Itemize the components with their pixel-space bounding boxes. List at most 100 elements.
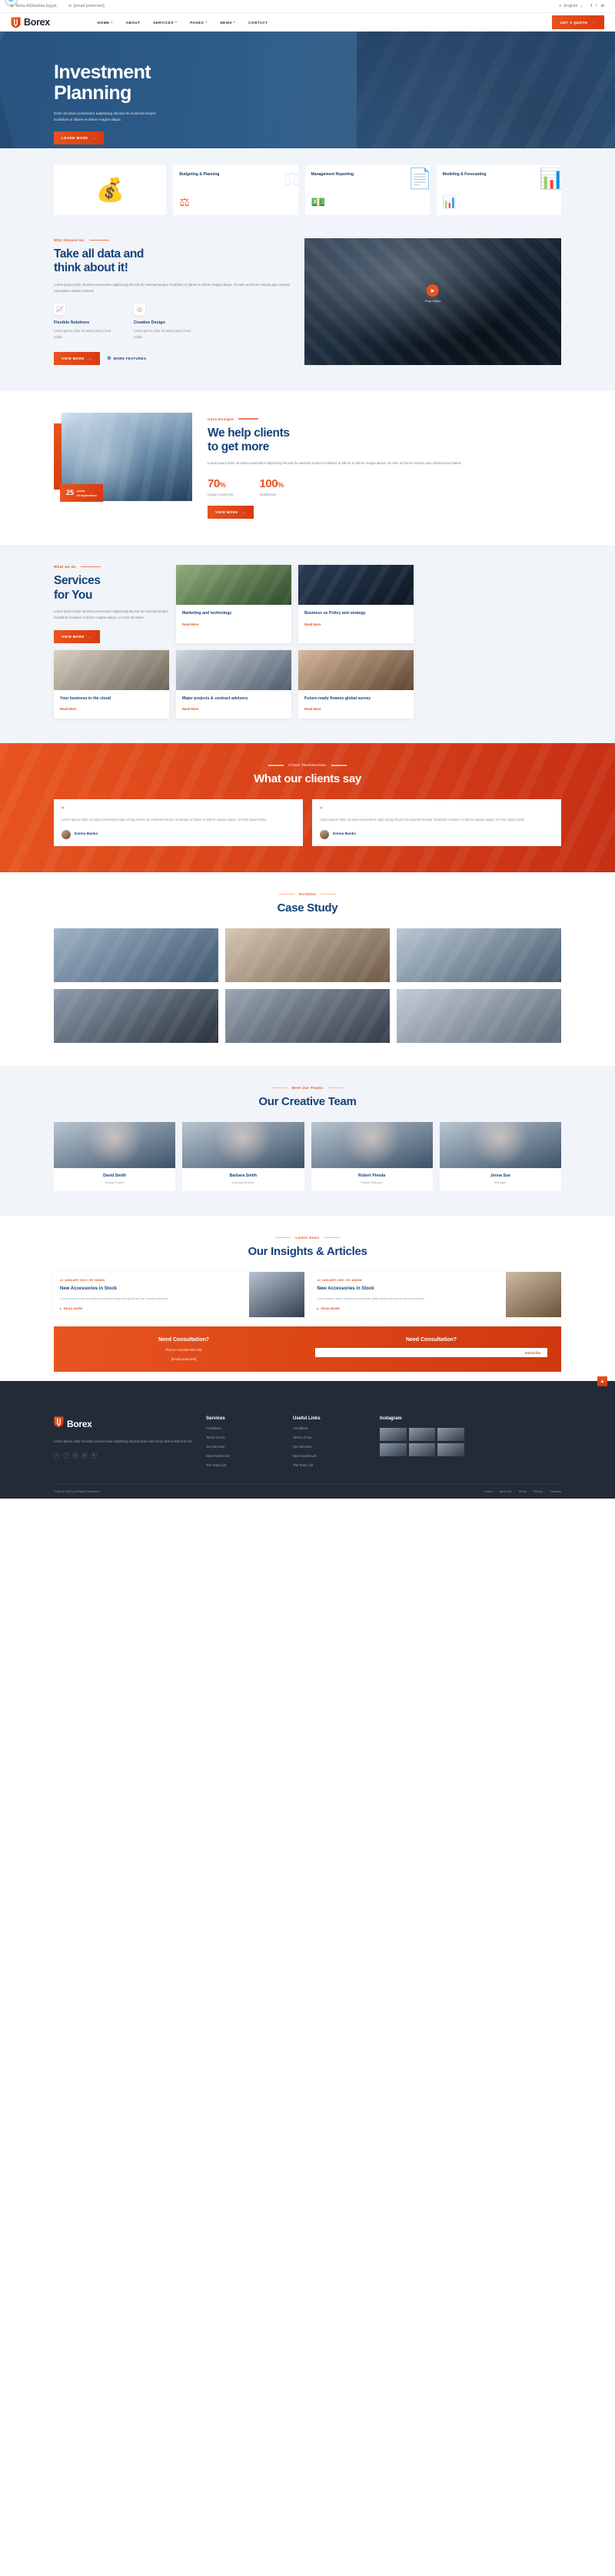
quote-label: GET A QUOTE (560, 20, 588, 25)
why-button-row: VIEW MORE → ⨁ MORE FEATURES (54, 351, 292, 365)
footer-bottom-link-about[interactable]: About Us (500, 1490, 512, 1493)
footer-bottom-link-home[interactable]: Home (484, 1490, 492, 1493)
footer-link[interactable]: The Team List (293, 1463, 366, 1467)
get-a-quote-button[interactable]: GET A QUOTE → (551, 15, 604, 29)
play-icon[interactable]: ▶ (427, 284, 439, 297)
pinterest-icon[interactable]: P (91, 1452, 97, 1459)
nav-item-contact[interactable]: CONTACT (248, 21, 268, 25)
footer-link[interactable]: The Team List (206, 1463, 279, 1467)
footer-link[interactable]: Our Services (293, 1445, 366, 1449)
footer-link[interactable]: New Guests List (206, 1454, 279, 1458)
email-item[interactable]: ✉ [email protected] (68, 4, 105, 8)
why-text-column: Why Choose Us Take all data and think ab… (54, 238, 292, 365)
nav-label: SERVICES (153, 20, 175, 25)
footer-bottom-link-privacy[interactable]: Privacy (534, 1490, 543, 1493)
nav-item-services[interactable]: SERVICES ▾ (153, 21, 177, 25)
footer-link[interactable]: Terms of Use (206, 1436, 279, 1439)
feature-card-illustration[interactable]: 💰 (54, 165, 167, 215)
twitter-icon[interactable]: ᵛ (63, 1452, 69, 1459)
service-read-more[interactable]: Read More (60, 707, 163, 711)
subscribe-form: Subscribe (315, 1348, 547, 1358)
video-play-control[interactable]: ▶ Play video (425, 284, 441, 303)
subscribe-button[interactable]: Subscribe (517, 1348, 547, 1358)
feature-card-management-reporting[interactable]: 📄 Management Reporting 💵 (304, 165, 430, 215)
arrow-up-icon[interactable]: ▲ (597, 1376, 607, 1387)
service-read-more[interactable]: Read More (182, 622, 285, 626)
service-read-more[interactable]: Read More (304, 707, 407, 711)
cta-phone[interactable]: Phone:+44 056 978 199 (68, 1348, 300, 1352)
nav-item-news[interactable]: NEWS ▾ (220, 21, 235, 25)
why-more-features-button[interactable]: ⨁ MORE FEATURES (108, 356, 146, 360)
hero-learn-more-button[interactable]: LEARN MORE → (54, 131, 104, 145)
footer-link[interactable]: Conditions (206, 1426, 279, 1430)
why-view-more-button[interactable]: VIEW MORE → (54, 351, 100, 365)
service-card-contract-advisory[interactable]: ✎ Major projects & contract advisory Rea… (6, 0, 291, 719)
services-view-more-button[interactable]: VIEW MORE → (54, 629, 100, 643)
nav-item-home[interactable]: HOME ▾ (98, 21, 113, 25)
footer-link[interactable]: Our Services (206, 1445, 279, 1449)
insight-read-more[interactable]: ▸ READ MORE (317, 1306, 500, 1310)
case-study-item[interactable] (225, 928, 390, 982)
team-member-card[interactable]: Jenna Sue Manager (439, 1121, 561, 1191)
insight-post-card[interactable]: 22 JANUARY 2020 / BY ADMIN New Accessori… (54, 1271, 304, 1318)
case-study-item[interactable] (54, 988, 218, 1043)
instagram-thumbnail[interactable] (437, 1443, 464, 1457)
service-thumbnail (298, 565, 414, 606)
case-study-item[interactable] (397, 988, 561, 1043)
facebook-icon[interactable]: f (54, 1452, 60, 1459)
case-study-item[interactable] (225, 988, 390, 1043)
nav-item-pages[interactable]: PAGES ▾ (190, 21, 207, 25)
cta-email[interactable]: [email protected] (68, 1357, 300, 1361)
help-paragraph: Lorem ipsum dolor sit amet,consectetur a… (208, 461, 462, 466)
nav-label: NEWS (220, 20, 232, 25)
twitter-icon[interactable]: ᵛ (596, 4, 597, 8)
facebook-icon[interactable]: f (590, 4, 592, 8)
instagram-thumbnail[interactable] (437, 1428, 464, 1442)
feature-card-modeling[interactable]: 📊 Modeling & Forecasting 📊 (436, 165, 561, 215)
instagram-thumbnail[interactable] (380, 1428, 407, 1442)
case-study-item[interactable] (54, 928, 218, 982)
help-stats: 70% Happy Customers 100% Satisfaction (208, 477, 561, 496)
footer-bottom-link-contacts[interactable]: Contacts (550, 1490, 561, 1493)
case-study-item[interactable] (397, 928, 561, 982)
why-video-panel[interactable]: ▶ Play video (304, 238, 561, 365)
service-card-policy[interactable]: 📈 Business us Policy and strategy Read M… (6, 0, 414, 643)
linkedin-icon[interactable]: in (601, 4, 604, 8)
service-card-finance-survey[interactable]: 🌐 Future-ready finance global survey Rea… (6, 0, 414, 719)
feature-card-budgeting[interactable]: ⚖ Budgeting & Planning ⚖ (173, 165, 298, 215)
language-switcher[interactable]: ☀ English ⌄ (559, 4, 583, 8)
insight-link-label: READ MORE (321, 1306, 340, 1311)
why-heading-line2: think about it! (54, 261, 128, 275)
service-read-more[interactable]: Read More (304, 622, 407, 626)
footer-link[interactable]: New Guests List (293, 1454, 366, 1458)
service-read-more[interactable]: Read More (182, 707, 285, 711)
insight-thumbnail (506, 1271, 561, 1318)
footer-link[interactable]: Conditions (293, 1426, 366, 1430)
globe-icon: ☀ (558, 4, 563, 8)
footer-link[interactable]: Terms of Use (293, 1436, 366, 1439)
insight-text: 22 JANUARY 2020 / BY ADMIN New Accessori… (311, 1272, 507, 1317)
instagram-thumbnail[interactable] (408, 1428, 436, 1442)
feature-card-title: Budgeting & Planning (179, 172, 220, 177)
team-member-card[interactable]: David Smith Design Expert (54, 1121, 176, 1191)
insight-read-more[interactable]: ▸ READ MORE (60, 1306, 243, 1310)
team-member-card[interactable]: Barbara Smith painting director (182, 1121, 304, 1191)
team-member-info: Barbara Smith painting director (182, 1168, 304, 1191)
instagram-title: Instagram (380, 1416, 402, 1422)
team-member-card[interactable]: Robert Pineda Project Manager (311, 1121, 433, 1191)
footer-bottom-link-terms[interactable]: Terms (518, 1490, 526, 1493)
insight-post-card[interactable]: 22 JANUARY 2020 / BY ADMIN New Accessori… (311, 1271, 561, 1318)
nav-item-about[interactable]: ABOUT (126, 21, 141, 25)
envelope-icon: ✉ (68, 4, 72, 8)
instagram-thumbnail[interactable] (408, 1443, 436, 1457)
google-icon[interactable]: G (72, 1452, 78, 1459)
service-card-marketing[interactable]: 💼 Marketing and technology Read More (6, 0, 291, 643)
copyright-text: © Borex 2020 | All Rights Reserved (54, 1490, 100, 1494)
brand-logo[interactable]: Borex (11, 17, 50, 28)
help-view-more-button[interactable]: VIEW MORE → (208, 506, 254, 520)
linkedin-icon[interactable]: in (81, 1452, 88, 1459)
instagram-thumbnail[interactable] (380, 1443, 407, 1457)
service-card-cloud[interactable]: ☁ Your business in the cloud Read More (6, 0, 169, 719)
subscribe-email-input[interactable] (315, 1348, 518, 1358)
footer-logo[interactable]: Borex (54, 1416, 192, 1432)
